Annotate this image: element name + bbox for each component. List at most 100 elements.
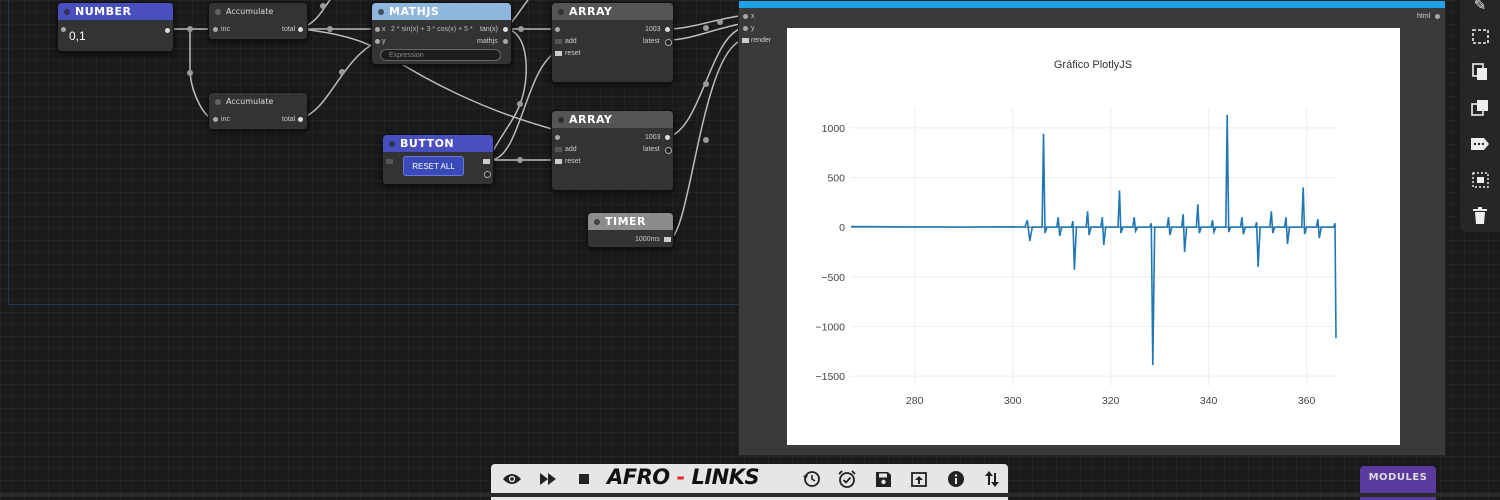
- canvas-boundary-vertical: [8, 0, 9, 305]
- input-slot-inc[interactable]: [213, 27, 218, 32]
- output-slot[interactable]: [484, 171, 491, 178]
- array-header[interactable]: ARRAY: [552, 3, 673, 20]
- timer-node[interactable]: TIMER 1000ms: [587, 212, 674, 248]
- reset-label: reset: [565, 50, 581, 57]
- horizontal-scrollbar[interactable]: [0, 493, 1500, 497]
- logo-text-right: LINKS: [691, 465, 760, 489]
- output-trigger[interactable]: [483, 159, 490, 164]
- group-icon[interactable]: [1460, 169, 1500, 191]
- select-icon[interactable]: [1460, 25, 1500, 47]
- x-axis-ticks: 280 300 320 340 360: [906, 395, 1316, 407]
- x-tick-label: 360: [1298, 395, 1316, 407]
- input-slot-x[interactable]: [375, 27, 380, 32]
- latest-label: latest: [643, 38, 660, 45]
- input-slot-inc[interactable]: [213, 117, 218, 122]
- y-tick-label: 1000: [822, 123, 846, 135]
- formula-text: 2 * sin(x) + 3 * cos(x) + 5 *: [391, 26, 473, 33]
- plotly-header[interactable]: [739, 1, 1445, 8]
- y-tick-label: −1000: [816, 321, 846, 333]
- upload-icon[interactable]: [905, 464, 933, 494]
- node-title: Accumulate: [226, 97, 274, 106]
- accumulate-header[interactable]: Accumulate: [209, 93, 307, 110]
- accumulate-header[interactable]: Accumulate: [209, 3, 307, 20]
- sort-arrows-icon[interactable]: [978, 464, 1006, 494]
- add-label: add: [565, 146, 577, 153]
- input-slot[interactable]: [61, 27, 66, 32]
- alarm-check-icon[interactable]: [833, 464, 861, 494]
- input-slot[interactable]: [555, 135, 560, 140]
- chart-svg[interactable]: Gráfico PlotlyJS 10005000−500−1000−1500 …: [787, 28, 1400, 445]
- node-title: NUMBER: [75, 5, 132, 18]
- output-slot-total[interactable]: [298, 117, 303, 122]
- node-title: BUTTON: [400, 137, 455, 150]
- output-slot-html[interactable]: [1435, 14, 1440, 19]
- array-node-1[interactable]: ARRAY 1003 add latest reset: [551, 2, 674, 83]
- output-slot-1[interactable]: [503, 27, 508, 32]
- mathjs-node[interactable]: MATHJS x 2 * sin(x) + 3 * cos(x) + 5 * t…: [371, 2, 512, 65]
- output-slot[interactable]: [165, 28, 170, 33]
- add-trigger[interactable]: [555, 39, 562, 44]
- copy-icon[interactable]: [1460, 61, 1500, 83]
- output-label-tan: tan(x): [480, 26, 498, 33]
- add-label: add: [565, 38, 577, 45]
- pencil-icon[interactable]: ✎: [1460, 0, 1500, 16]
- button-node-header[interactable]: BUTTON: [383, 135, 493, 152]
- output-slot-2[interactable]: [503, 39, 508, 44]
- node-status-dot: [558, 117, 564, 123]
- info-icon[interactable]: [942, 464, 970, 494]
- input-slot-x[interactable]: [743, 14, 748, 19]
- output-slot[interactable]: [665, 27, 670, 32]
- node-title: ARRAY: [569, 5, 613, 18]
- wire-timer-plot: [667, 40, 741, 241]
- output-label: total: [282, 116, 296, 123]
- plotly-chart[interactable]: Gráfico PlotlyJS 1000 500 0 −500 −1000 −1500 …: [787, 28, 1400, 445]
- array-header[interactable]: ARRAY: [552, 111, 673, 128]
- y-tick-label: 0: [839, 222, 845, 234]
- input-slot[interactable]: [555, 27, 560, 32]
- output-slot[interactable]: [665, 135, 670, 140]
- accumulate-node-2[interactable]: Accumulate inc total: [208, 92, 308, 130]
- logo-dash: -: [676, 465, 685, 489]
- accumulate-node-1[interactable]: Accumulate inc total: [208, 2, 308, 40]
- timer-header[interactable]: TIMER: [588, 213, 673, 230]
- chart-title: Gráfico PlotlyJS: [1054, 59, 1132, 71]
- array-node-2[interactable]: ARRAY 1003 add latest reset: [551, 110, 674, 191]
- number-node-header[interactable]: NUMBER: [58, 3, 173, 20]
- trash-icon[interactable]: [1460, 204, 1500, 226]
- plotly-node[interactable]: x y render html Gráfico PlotlyJS 1000 500…: [738, 0, 1446, 456]
- number-node[interactable]: NUMBER 0,1: [57, 2, 174, 52]
- reset-trigger[interactable]: [555, 51, 562, 56]
- eye-icon[interactable]: [498, 464, 526, 494]
- input-slot-y[interactable]: [743, 26, 748, 31]
- node-status-dot: [594, 219, 600, 225]
- reset-label: reset: [565, 158, 581, 165]
- right-toolbar: ✎: [1460, 0, 1500, 232]
- y-tick-label: 500: [827, 173, 845, 185]
- history-icon[interactable]: [797, 464, 825, 494]
- input-label: inc: [221, 116, 230, 123]
- button-node[interactable]: BUTTON RESET ALL: [382, 134, 494, 185]
- reset-trigger[interactable]: [555, 159, 562, 164]
- output-slot-total[interactable]: [298, 27, 303, 32]
- label-icon[interactable]: [1460, 133, 1500, 155]
- output-label-mathjs: mathjs: [477, 38, 498, 45]
- mathjs-header[interactable]: MATHJS: [372, 3, 511, 20]
- save-icon[interactable]: [869, 464, 897, 494]
- latest-slot[interactable]: [665, 39, 672, 46]
- input-slot-y[interactable]: [375, 39, 380, 44]
- number-value[interactable]: 0,1: [69, 29, 86, 43]
- latest-label: latest: [643, 146, 660, 153]
- reset-all-button[interactable]: RESET ALL: [403, 156, 464, 176]
- input-trigger-render[interactable]: [742, 38, 749, 43]
- fast-forward-icon[interactable]: [534, 464, 562, 494]
- input-label-y: y: [382, 38, 386, 45]
- add-trigger[interactable]: [555, 147, 562, 152]
- expression-input[interactable]: Expression: [380, 49, 501, 61]
- stop-icon[interactable]: [570, 464, 598, 494]
- output-trigger[interactable]: [664, 237, 671, 242]
- latest-slot[interactable]: [665, 147, 672, 154]
- input-label-x: x: [751, 13, 755, 20]
- node-title: Accumulate: [226, 7, 274, 16]
- clone-icon[interactable]: [1460, 96, 1500, 118]
- input-trigger[interactable]: [386, 159, 393, 164]
